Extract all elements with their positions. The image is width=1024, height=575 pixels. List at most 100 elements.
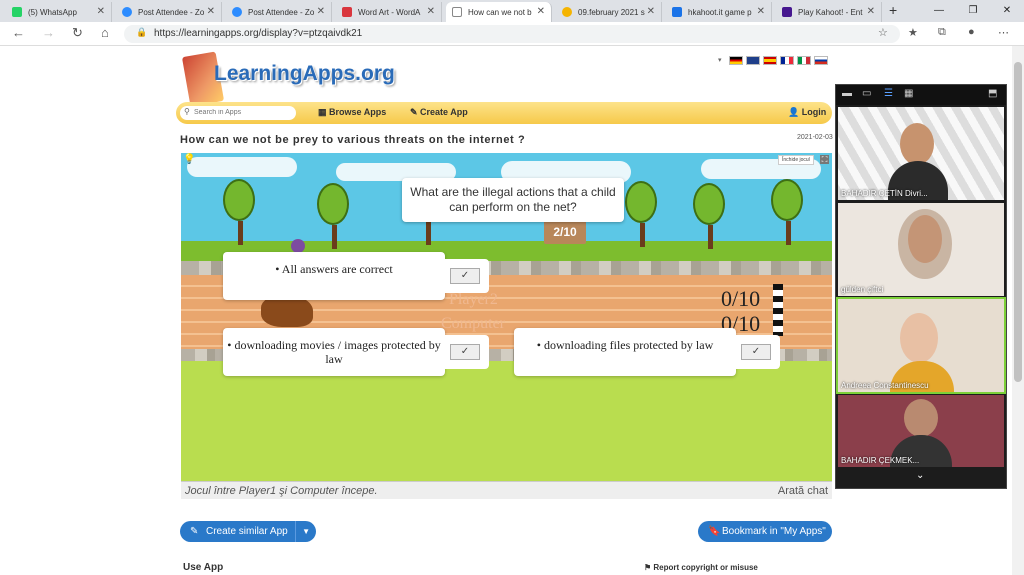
tab-kahoot[interactable]: Play Kahoot! - Ent ✕	[776, 2, 882, 22]
forward-icon[interactable]: →	[42, 25, 55, 40]
close-icon[interactable]: ✕	[427, 6, 435, 17]
home-icon[interactable]: ⌂	[101, 25, 109, 40]
participant-face	[900, 123, 934, 165]
answer-option-3[interactable]: • downloading files protected by law	[514, 328, 736, 376]
tab-wordart[interactable]: Word Art - WordA ✕	[336, 2, 442, 22]
chevron-down-icon[interactable]: ▼	[295, 521, 310, 542]
create-app-button[interactable]: ✎ Create App	[410, 107, 468, 118]
tab-label: Word Art - WordA	[358, 7, 421, 17]
check-button[interactable]: ✓	[741, 344, 771, 360]
participant-face	[900, 313, 938, 363]
answer-text: • downloading movies / images protected …	[227, 338, 441, 366]
user-icon: 👤	[788, 107, 802, 117]
tab-label: Post Attendee - Zo	[248, 7, 315, 17]
language-flags: ▾	[718, 56, 828, 65]
tab-label: How can we not b	[468, 7, 532, 17]
emoji-icon	[562, 7, 572, 17]
tab-learningapps[interactable]: How can we not b ✕	[446, 2, 552, 22]
whatsapp-icon	[12, 7, 22, 17]
app-title: How can we not be prey to various threat…	[180, 134, 526, 146]
answer-option-2[interactable]: • downloading movies / images protected …	[223, 328, 445, 376]
bing-icon	[672, 7, 682, 17]
computer-label: Computer	[441, 315, 505, 332]
close-icon[interactable]: ✕	[867, 6, 875, 17]
answer-option-1[interactable]: • All answers are correct	[223, 252, 445, 300]
bookmark-button[interactable]: 🔖 Bookmark in "My Apps"	[698, 521, 832, 542]
zoom-panel-toolbar: ▬ ▭ ☰ ▦ ⬒	[836, 85, 1006, 105]
player2-label: Player2	[449, 291, 498, 308]
lock-icon[interactable]: 🔒	[136, 27, 147, 38]
speaker-view-icon[interactable]: ☰	[884, 88, 893, 99]
close-window-button[interactable]: ✕	[990, 0, 1024, 22]
answer-text: • downloading files protected by law	[536, 338, 714, 352]
finish-line	[773, 284, 783, 336]
participant-hair	[898, 209, 952, 279]
site-menu-bar: ⚲ ▦ Browse Apps ✎ Create App 👤 Login	[176, 102, 832, 124]
close-icon[interactable]: ✕	[757, 6, 765, 17]
participant-tile-1[interactable]: BAHADIR ÇETİN Divri...	[838, 107, 1004, 200]
show-chat-link[interactable]: Arată chat	[778, 485, 828, 497]
collections-icon[interactable]: ⧉	[938, 26, 946, 39]
reload-icon[interactable]: ↻	[72, 25, 83, 41]
new-tab-button[interactable]: +	[889, 2, 897, 18]
close-icon[interactable]: ✕	[97, 6, 105, 17]
url-bar[interactable]: https://learningapps.org/display?v=ptzqa…	[124, 25, 900, 43]
page-scrollbar[interactable]	[1012, 46, 1024, 575]
app-date: 2021-02-03	[797, 134, 833, 141]
login-button[interactable]: 👤 Login	[788, 107, 826, 118]
answer-text: • All answers are correct	[275, 262, 393, 276]
tab-february[interactable]: 09.february 2021 s ✕	[556, 2, 662, 22]
back-icon[interactable]: ←	[12, 25, 25, 40]
flag-de-icon[interactable]	[729, 56, 743, 65]
tab-zoom-1[interactable]: Post Attendee - Zo ✕	[116, 2, 222, 22]
chevron-down-icon[interactable]: ⌄	[916, 470, 924, 481]
report-link[interactable]: ⚑ Report copyright or misuse	[644, 563, 758, 572]
check-button[interactable]: ✓	[450, 344, 480, 360]
answer-check-3: ✓	[736, 335, 780, 369]
strip-view-icon[interactable]: ▭	[862, 88, 871, 99]
tab-label: 09.february 2021 s	[578, 7, 645, 17]
site-logo[interactable]: LearningApps.org	[214, 62, 395, 86]
tab-hkahoot[interactable]: hkahoot.it game p ✕	[666, 2, 772, 22]
flag-en-icon[interactable]	[746, 56, 760, 65]
search-input[interactable]	[180, 106, 296, 120]
flag-it-icon[interactable]	[797, 56, 811, 65]
report-label: Report copyright or misuse	[653, 563, 758, 572]
maximize-button[interactable]: ❐	[956, 0, 990, 22]
participant-tile-2[interactable]: gülden çiftci	[838, 203, 1004, 296]
tab-label: hkahoot.it game p	[688, 7, 752, 17]
tracking-icon[interactable]: ☆	[878, 26, 888, 39]
chevron-down-icon[interactable]: ▾	[718, 56, 726, 65]
lightbulb-icon[interactable]: 💡	[183, 154, 195, 165]
tab-zoom-2[interactable]: Post Attendee - Zo ✕	[226, 2, 332, 22]
scrollbar-thumb[interactable]	[1014, 62, 1022, 382]
question-box: What are the illegal actions that a chil…	[402, 178, 624, 222]
participant-name: BAHADIR ÇETİN Divri...	[841, 189, 928, 198]
more-icon[interactable]: ⋯	[998, 26, 1009, 39]
favorites-icon[interactable]: ★	[908, 26, 918, 39]
close-game-button[interactable]: Închide jocul	[778, 155, 814, 165]
close-icon[interactable]: ✕	[207, 6, 215, 17]
close-icon[interactable]: ✕	[647, 6, 655, 17]
fullscreen-icon[interactable]: ⛶	[820, 155, 829, 164]
question-counter: 2/10	[544, 220, 586, 244]
minimize-button[interactable]: —	[922, 0, 956, 22]
profile-avatar[interactable]: ●	[968, 26, 975, 38]
close-icon[interactable]: ✕	[317, 6, 325, 17]
edit-icon: ✎	[190, 526, 199, 537]
tab-whatsapp[interactable]: (5) WhatsApp ✕	[6, 2, 112, 22]
exit-fullscreen-icon[interactable]: ⬒	[988, 88, 997, 99]
flag-fr-icon[interactable]	[780, 56, 794, 65]
kahoot-icon	[782, 7, 792, 17]
participant-tile-4[interactable]: BAHADIR ÇEKMEK...	[838, 395, 1004, 467]
close-icon[interactable]: ✕	[537, 6, 545, 17]
create-similar-app-button[interactable]: ✎ Create similar App ▼	[180, 521, 316, 542]
minimize-icon[interactable]: ▬	[842, 88, 852, 99]
participant-tile-3[interactable]: Andreea Constantinescu	[836, 297, 1006, 394]
gallery-view-icon[interactable]: ▦	[904, 88, 913, 99]
browse-apps-button[interactable]: ▦ Browse Apps	[318, 107, 386, 118]
check-button[interactable]: ✓	[450, 268, 480, 284]
grid-icon: ▦	[318, 107, 330, 117]
flag-ru-icon[interactable]	[814, 56, 828, 65]
flag-es-icon[interactable]	[763, 56, 777, 65]
